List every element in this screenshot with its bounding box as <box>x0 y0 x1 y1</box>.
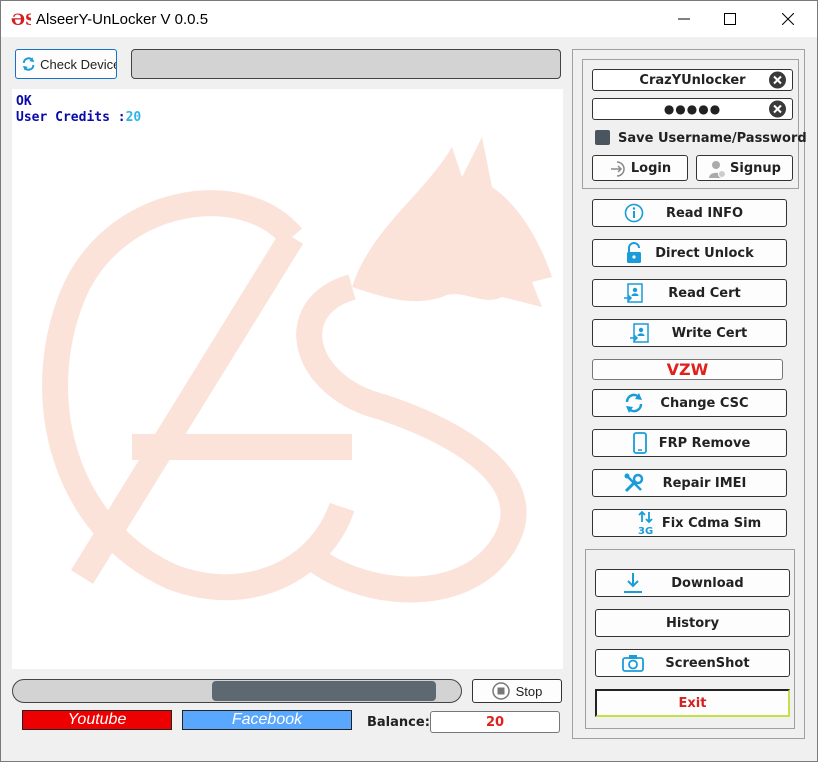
write-cert-icon <box>629 322 651 344</box>
direct-unlock-button[interactable]: Direct Unlock <box>592 239 787 267</box>
youtube-link[interactable]: Youtube <box>22 710 172 730</box>
balance-value: 20 <box>485 714 505 730</box>
read-cert-label: Read Cert <box>668 285 741 301</box>
wrench-icon <box>623 472 645 494</box>
fix-cdma-sim-button[interactable]: 3G Fix Cdma Sim <box>592 509 787 537</box>
facebook-link[interactable]: Facebook <box>182 710 352 730</box>
camera-icon <box>622 652 644 674</box>
phone-icon <box>629 432 651 454</box>
3g-signal-icon: 3G <box>635 510 657 536</box>
maximize-icon <box>724 13 736 25</box>
exit-button[interactable]: Exit <box>595 689 790 717</box>
log-output: OK User Credits :20 <box>12 89 563 669</box>
log-line-credits: User Credits :20 <box>16 110 141 125</box>
clear-password-icon[interactable] <box>769 100 786 118</box>
unlock-icon <box>623 242 645 264</box>
save-credentials-label: Save Username/Password <box>618 131 807 146</box>
log-line-ok: OK <box>16 94 32 109</box>
facebook-label: Facebook <box>231 711 303 728</box>
balance-field: 20 <box>430 711 560 733</box>
change-csc-button[interactable]: Change CSC <box>592 389 787 417</box>
exit-label: Exit <box>678 695 707 711</box>
download-button[interactable]: Download <box>595 569 790 597</box>
login-button[interactable]: Login <box>592 155 688 181</box>
write-cert-button[interactable]: Write Cert <box>592 319 787 347</box>
title-bar: ƏS AlseerY-UnLocker V 0.0.5 <box>1 1 817 37</box>
watermark-logo-icon <box>42 137 552 603</box>
repair-imei-label: Repair IMEI <box>662 475 747 491</box>
progress-fill <box>212 681 436 701</box>
minimize-icon <box>678 18 690 20</box>
screenshot-button[interactable]: ScreenShot <box>595 649 790 677</box>
sync-icon <box>623 392 645 414</box>
read-info-label: Read INFO <box>665 205 744 221</box>
screenshot-label: ScreenShot <box>665 655 750 671</box>
svg-text:3G: 3G <box>638 526 653 536</box>
minimize-button[interactable] <box>661 1 707 37</box>
signup-button[interactable]: Signup <box>696 155 793 181</box>
history-label: History <box>665 615 720 631</box>
repair-imei-button[interactable]: Repair IMEI <box>592 469 787 497</box>
clear-username-icon[interactable] <box>769 71 786 89</box>
download-label: Download <box>671 575 744 591</box>
password-field[interactable]: ●●●●● <box>592 98 793 120</box>
add-user-icon <box>709 161 726 178</box>
stop-icon <box>491 682 510 700</box>
vzw-button[interactable]: VZW <box>592 359 783 380</box>
save-credentials-checkbox[interactable] <box>595 130 610 145</box>
read-cert-icon <box>623 282 645 304</box>
password-value: ●●●●● <box>663 102 722 116</box>
credits-value: 20 <box>125 110 142 125</box>
read-cert-button[interactable]: Read Cert <box>592 279 787 307</box>
login-icon <box>611 161 625 177</box>
stop-button[interactable]: Stop <box>472 679 562 703</box>
balance-label: Balance: <box>367 715 430 730</box>
change-csc-label: Change CSC <box>660 395 749 411</box>
log-line-label: OK <box>16 94 32 109</box>
youtube-label: Youtube <box>67 711 127 728</box>
check-devices-label: Check Devices <box>40 56 116 72</box>
progress-bar <box>12 679 462 703</box>
read-info-button[interactable]: Read INFO <box>592 199 787 227</box>
stop-label: Stop <box>515 683 543 699</box>
log-line-label: User Credits : <box>16 110 126 125</box>
check-devices-button[interactable]: Check Devices <box>15 49 117 79</box>
history-button[interactable]: History <box>595 609 790 637</box>
svg-text:ƏS: ƏS <box>11 10 31 29</box>
close-icon <box>782 13 794 25</box>
info-icon <box>623 202 645 224</box>
app-logo-icon: ƏS <box>11 10 31 29</box>
refresh-icon <box>22 57 35 71</box>
username-field[interactable]: CrazYUnlocker <box>592 69 793 91</box>
app-window: ƏS AlseerY-UnLocker V 0.0.5 Check Device… <box>0 0 818 762</box>
username-value: CrazYUnlocker <box>639 72 746 88</box>
download-icon <box>622 572 644 594</box>
window-title: AlseerY-UnLocker V 0.0.5 <box>36 11 209 28</box>
vzw-label: VZW <box>666 360 709 379</box>
frp-remove-button[interactable]: FRP Remove <box>592 429 787 457</box>
close-button[interactable] <box>765 1 811 37</box>
maximize-button[interactable] <box>707 1 753 37</box>
device-info-field[interactable] <box>131 49 561 79</box>
